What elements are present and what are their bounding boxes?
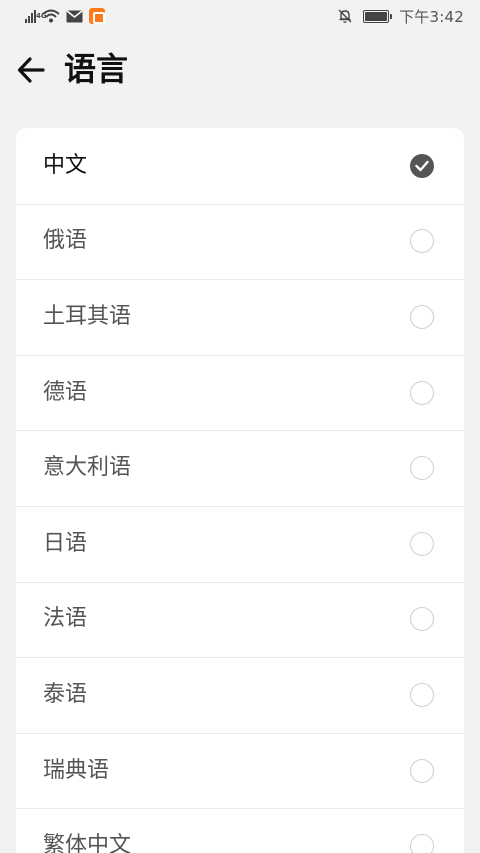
radio-icon[interactable] [410,758,434,783]
radio-icon[interactable] [410,456,434,481]
language-label: 意大利语 [43,455,132,481]
language-option-russian[interactable]: 俄语 [16,203,464,280]
language-label: 德语 [43,379,88,405]
radio-icon[interactable] [410,682,434,707]
language-label: 繁体中文 [43,833,132,853]
back-button[interactable] [12,52,50,88]
signal-icon [25,9,36,23]
language-option-italian[interactable]: 意大利语 [16,430,464,506]
language-label: 瑞典语 [43,757,110,783]
language-label: 俄语 [43,228,88,254]
mail-icon [66,9,83,22]
language-option-german[interactable]: 德语 [16,354,464,431]
language-label: 法语 [43,606,88,632]
mute-bell-icon [338,9,352,23]
language-label: 泰语 [43,681,88,707]
clock-time: 下午3:42 [399,7,464,26]
page-title: 语言 [64,50,129,88]
language-option-swedish[interactable]: 瑞典语 [16,732,464,809]
language-option-thai[interactable]: 泰语 [16,657,464,733]
language-label: 土耳其语 [43,303,132,329]
app-header: 语言 [0,40,480,100]
language-option-french[interactable]: 法语 [16,581,464,658]
radio-icon[interactable] [410,531,434,556]
status-left-icons: 4G [18,6,105,26]
radio-icon[interactable] [410,834,434,853]
language-option-chinese[interactable]: 中文 [16,128,464,204]
language-option-traditional-chinese[interactable]: 繁体中文 [16,808,464,853]
battery-icon [363,9,393,23]
radio-icon[interactable] [410,229,434,254]
status-bar: 4G 下午3:42 [0,0,480,33]
language-label: 中文 [43,152,88,178]
network-type-label: 4G [36,12,47,20]
language-list: 中文 俄语 土耳其语 德语 意大利语 日语 法语 泰语 瑞典语 繁体中文 [16,128,464,853]
arrow-left-icon [17,57,45,83]
language-label: 日语 [43,530,88,556]
checked-radio-icon[interactable] [410,153,434,178]
language-option-turkish[interactable]: 土耳其语 [16,279,464,355]
language-settings-screen: 4G 下午3:42 语言 中文 俄语 土耳其语 德语 意大利语 日语 法语 泰语… [0,0,480,853]
radio-icon[interactable] [410,304,434,329]
radio-icon[interactable] [410,380,434,405]
status-right-icons: 下午3:42 [337,5,464,27]
language-option-japanese[interactable]: 日语 [16,505,464,582]
app-notification-icon [89,8,105,24]
checkmark-icon [415,160,429,171]
radio-icon[interactable] [410,607,434,632]
